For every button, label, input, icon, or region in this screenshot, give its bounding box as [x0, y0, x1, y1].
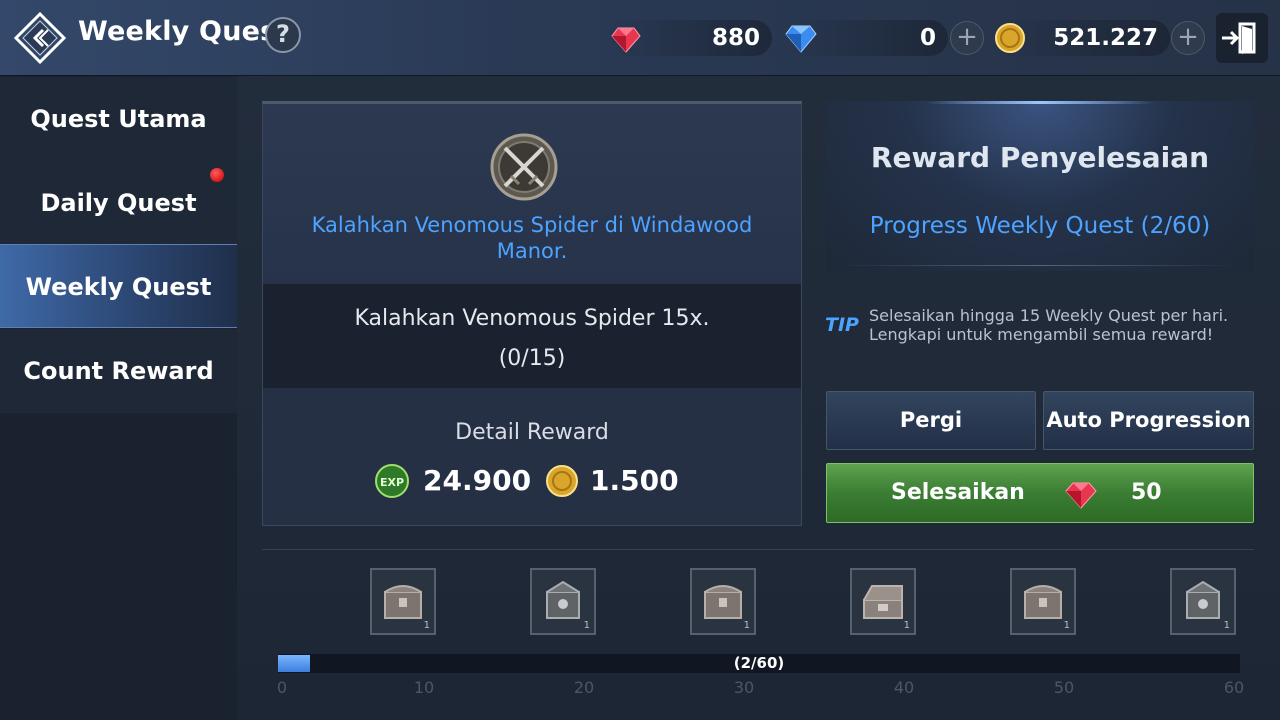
chest-count: 1	[903, 620, 910, 631]
gold-coin-icon	[546, 465, 578, 497]
currency-ruby-value: 880	[711, 25, 760, 51]
reward-chest-10[interactable]: 1	[370, 568, 436, 635]
reward-chest-60[interactable]: 1	[1170, 568, 1236, 635]
completion-title: Reward Penyelesaian	[870, 141, 1210, 174]
chest-count: 1	[583, 620, 590, 631]
quest-panel: Kalahkan Venomous Spider di Windawood Ma…	[262, 101, 802, 526]
currency-diamond-value: 0	[919, 25, 936, 51]
crossed-swords-icon	[490, 133, 558, 201]
svg-text:EXP: EXP	[380, 476, 404, 489]
sidebar-item-count-reward[interactable]: Count Reward	[0, 329, 237, 413]
notification-dot	[210, 168, 224, 182]
objective-progress: (0/15)	[498, 346, 566, 371]
reward-chest-30[interactable]: 1	[690, 568, 756, 635]
silver-chest-icon	[1024, 585, 1062, 619]
progress-bar-label: (2/60)	[733, 654, 785, 672]
complete-button[interactable]: Selesaikan 50	[826, 463, 1254, 523]
complete-cost: 50	[1131, 480, 1162, 505]
gold-coin-icon	[995, 23, 1025, 53]
quest-objective: Kalahkan Venomous Spider 15x. (0/15)	[263, 284, 801, 388]
sidebar-item-quest-utama[interactable]: Quest Utama	[0, 77, 237, 161]
divider	[838, 265, 1238, 266]
detail-reward-label: Detail Reward	[455, 420, 609, 445]
objective-text: Kalahkan Venomous Spider 15x.	[354, 306, 710, 331]
add-diamond-button[interactable]: +	[950, 21, 984, 55]
progress-tick: 0	[276, 678, 288, 697]
progress-tick: 20	[573, 678, 595, 697]
reward-chest-40[interactable]: 1	[850, 568, 916, 635]
sidebar-item-weekly-quest[interactable]: Weekly Quest	[0, 244, 237, 328]
divider	[262, 549, 1254, 550]
sidebar-item-daily-quest[interactable]: Daily Quest	[0, 161, 237, 245]
currency-gold-value: 521.227	[1053, 25, 1158, 51]
progress-tick: 10	[413, 678, 435, 697]
complete-button-label: Selesaikan	[891, 480, 1025, 505]
quest-header: Kalahkan Venomous Spider di Windawood Ma…	[263, 104, 801, 284]
exp-orb-icon: EXP	[375, 464, 409, 498]
add-gold-button[interactable]: +	[1171, 21, 1205, 55]
tip-label: TIP	[825, 314, 859, 336]
red-gem-icon	[1065, 482, 1097, 509]
top-bar: Weekly Quest ? 880 0 + 521.227 +	[0, 0, 1280, 76]
chest-count: 1	[1223, 620, 1230, 631]
exit-icon[interactable]	[1216, 13, 1268, 63]
completion-reward-panel: Reward Penyelesaian Progress Weekly Ques…	[826, 101, 1254, 271]
page-title: Weekly Quest	[78, 16, 290, 47]
silver-chest-icon	[704, 585, 742, 619]
ornate-chest-icon	[546, 580, 580, 619]
go-button[interactable]: Pergi	[826, 391, 1036, 450]
currency-diamond: 0	[782, 20, 948, 56]
chest-count: 1	[423, 620, 430, 631]
weekly-progress-label: Progress Weekly Quest (2/60)	[869, 213, 1211, 239]
progress-tick: 50	[1053, 678, 1075, 697]
progress-tick: 40	[893, 678, 915, 697]
reward-chest-50[interactable]: 1	[1010, 568, 1076, 635]
silver-chest-icon	[384, 585, 422, 619]
chest-count: 1	[1063, 620, 1070, 631]
reward-chest-20[interactable]: 1	[530, 568, 596, 635]
tip-text: Selesaikan hingga 15 Weekly Quest per ha…	[869, 306, 1229, 344]
auto-progression-button[interactable]: Auto Progression	[1043, 391, 1254, 450]
ornate-chest-icon	[1186, 580, 1220, 619]
reward-gold-value: 1.500	[590, 464, 679, 497]
red-gem-icon	[611, 27, 641, 53]
chest-count: 1	[743, 620, 750, 631]
open-chest-icon	[863, 585, 903, 619]
blue-diamond-icon	[785, 25, 817, 53]
quest-title: Kalahkan Venomous Spider di Windawood Ma…	[311, 213, 753, 263]
panel-glow	[926, 101, 1154, 104]
progress-tick: 30	[733, 678, 755, 697]
back-icon[interactable]	[13, 11, 67, 65]
help-button[interactable]: ?	[265, 17, 301, 53]
progress-tick: 60	[1223, 678, 1245, 697]
currency-ruby: 880	[606, 20, 772, 56]
currency-gold: 521.227	[992, 20, 1170, 56]
reward-exp-value: 24.900	[423, 464, 532, 497]
